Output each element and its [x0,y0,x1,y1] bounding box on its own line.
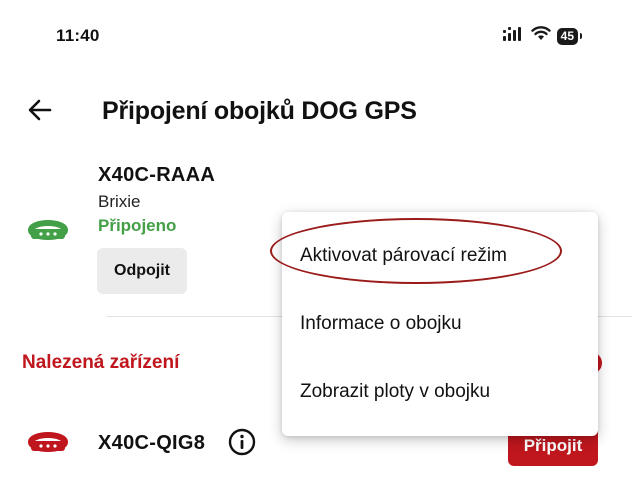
battery-icon: 45 [556,27,583,45]
found-devices-heading: Nalezená zařízení [22,352,180,373]
status-icons: 45 [502,26,583,46]
back-button[interactable] [24,94,56,126]
menu-item-label: Aktivovat párovací režim [300,245,507,266]
disconnect-button[interactable]: Odpojit [97,248,187,294]
info-icon [228,428,256,456]
menu-item-collar-info[interactable]: Informace o obojku [282,290,598,358]
info-button[interactable] [228,428,256,456]
menu-item-label: Informace o obojku [300,313,462,334]
arrow-left-icon [28,99,52,121]
app-header: Připojení obojků DOG GPS [0,84,632,140]
status-time: 11:40 [56,26,100,45]
context-menu: Aktivovat párovací režim Informace o obo… [270,212,598,436]
collar-icon [28,430,68,460]
device-owner: Brixie [98,192,141,211]
device-name: X40C-RAAA [98,164,216,186]
collar-icon [28,218,68,248]
status-bar: 11:40 45 [0,0,632,72]
page-title: Připojení obojků DOG GPS [102,97,417,125]
menu-item-show-fences[interactable]: Zobrazit ploty v obojku [282,358,598,426]
menu-item-activate-pairing[interactable]: Aktivovat párovací režim [282,222,598,290]
connection-status: Připojeno [98,216,177,235]
wifi-icon [530,26,551,46]
menu-item-label: Zobrazit ploty v obojku [300,381,491,402]
found-device-name: X40C-QIG8 [98,432,206,454]
signal-icon [502,26,525,46]
